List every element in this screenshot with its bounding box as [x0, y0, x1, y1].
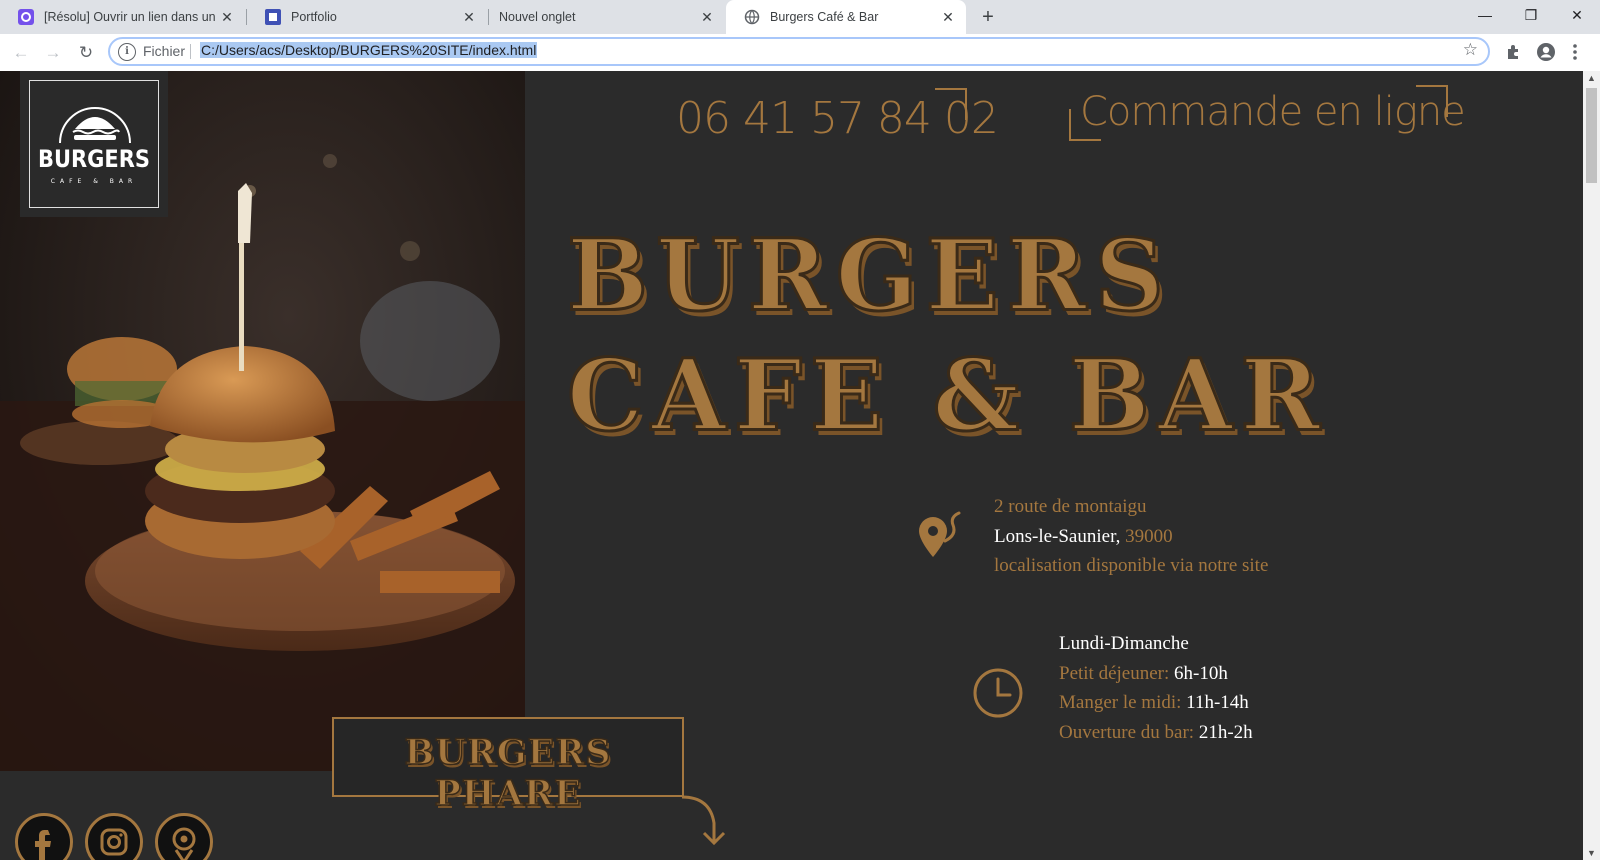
address-block: 2 route de montaigu Lons-le-Saunier, 390… — [994, 492, 1268, 581]
burgers-phare-button[interactable]: BURGERS PHARE — [332, 717, 684, 815]
address-city: Lons-le-Saunier, — [994, 525, 1121, 547]
globe-icon — [744, 9, 760, 25]
openclassrooms-icon — [18, 9, 34, 25]
tab-title: Portfolio — [291, 10, 337, 24]
scheme-label: Fichier — [143, 43, 186, 59]
curved-arrow-icon — [680, 791, 730, 856]
hours-value: 6h-10h — [1174, 662, 1228, 684]
address-bar[interactable]: i Fichier C:/Users/acs/Desktop/BURGERS%2… — [108, 37, 1490, 66]
close-tab-icon[interactable]: ✕ — [219, 9, 235, 26]
reload-button[interactable]: ↻ — [73, 40, 99, 66]
portfolio-icon — [265, 9, 281, 25]
page-content: BURGERS CAFE & BAR 06 41 57 84 02 Comman… — [0, 71, 1583, 860]
logo-frame[interactable]: BURGERS CAFE & BAR — [20, 71, 168, 217]
hours-label: Petit déjeuner: — [1059, 662, 1170, 684]
hero-title-line2: CAFE & BAR — [565, 336, 1329, 454]
phone-corner-decoration — [935, 88, 967, 120]
scroll-down-arrow-icon[interactable]: ▼ — [1587, 848, 1596, 858]
address-line1: 2 route de montaigu — [994, 496, 1147, 517]
location-icon[interactable] — [155, 813, 213, 860]
forward-button[interactable]: → — [40, 40, 66, 66]
logo-main-text: BURGERS — [37, 145, 151, 173]
burger-logo-icon — [59, 107, 131, 144]
browser-toolbar: ← → ↻ i Fichier C:/Users/acs/Desktop/BUR… — [0, 34, 1600, 72]
tab-title: Nouvel onglet — [499, 10, 576, 24]
tab-title: Burgers Café & Bar — [770, 10, 879, 24]
hours-label: Ouverture du bar: — [1059, 721, 1195, 743]
address-postcode: 39000 — [1125, 525, 1173, 547]
arrow-right-icon: → — [44, 43, 62, 62]
hours-days: Lundi-Dimanche — [1059, 633, 1189, 654]
hours-value: 11h-14h — [1186, 692, 1249, 713]
burgers-phare-label: BURGERS PHARE — [404, 731, 612, 815]
page-scrollbar[interactable]: ▲ ▼ — [1583, 71, 1600, 860]
logo-sub-text: CAFE & BAR — [50, 178, 138, 185]
scroll-thumb[interactable] — [1586, 88, 1597, 183]
close-window-button[interactable]: ✕ — [1554, 0, 1600, 30]
hours-label: Manger le midi: — [1059, 692, 1182, 713]
omnibox-separator — [190, 44, 191, 59]
minimize-button[interactable]: — — [1462, 0, 1508, 30]
arrow-left-icon: ← — [12, 43, 30, 62]
hours-block: Lundi-Dimanche Petit déjeuner: 6h-10h Ma… — [1059, 629, 1253, 747]
instagram-icon[interactable] — [85, 813, 143, 860]
extensions-icon[interactable] — [1504, 42, 1524, 62]
close-tab-icon[interactable]: ✕ — [699, 9, 715, 26]
tab-nouvel-onglet[interactable]: Nouvel onglet ✕ — [489, 0, 725, 34]
star-icon[interactable]: ☆ — [1463, 40, 1478, 60]
scroll-up-arrow-icon[interactable]: ▲ — [1587, 73, 1596, 83]
menu-icon[interactable] — [1568, 42, 1582, 62]
restore-button[interactable]: ❐ — [1508, 0, 1554, 30]
url-text[interactable]: C:/Users/acs/Desktop/BURGERS%20SITE/inde… — [200, 42, 538, 58]
tab-portfolio[interactable]: Portfolio ✕ — [247, 0, 487, 34]
order-online-link[interactable]: Commande en ligne — [1080, 89, 1466, 135]
tab-bar: [Résolu] Ouvrir un lien dans un n ✕ Port… — [0, 0, 1600, 34]
hours-value: 21h-2h — [1198, 721, 1253, 743]
info-icon[interactable]: i — [118, 43, 136, 61]
new-tab-button[interactable]: + — [975, 4, 1001, 30]
hero-title-line1: BURGERS — [566, 216, 1172, 334]
tab-resolu[interactable]: [Résolu] Ouvrir un lien dans un n ✕ — [0, 0, 245, 34]
close-tab-icon[interactable]: ✕ — [940, 9, 956, 26]
close-tab-icon[interactable]: ✕ — [461, 9, 477, 26]
order-corner-decoration-right — [1416, 85, 1448, 117]
profile-icon[interactable] — [1536, 42, 1556, 62]
map-pin-icon — [915, 511, 963, 566]
clock-icon — [972, 667, 1024, 724]
tab-burgers[interactable]: Burgers Café & Bar ✕ — [726, 0, 966, 34]
reload-icon: ↻ — [78, 43, 94, 62]
logo: BURGERS CAFE & BAR — [29, 80, 159, 208]
burger-photo: BURGERS CAFE & BAR — [0, 71, 525, 771]
facebook-icon[interactable] — [15, 813, 73, 860]
back-button[interactable]: ← — [8, 40, 34, 66]
tab-title: [Résolu] Ouvrir un lien dans un n — [44, 10, 219, 24]
address-line3: localisation disponible via notre site — [994, 555, 1269, 576]
